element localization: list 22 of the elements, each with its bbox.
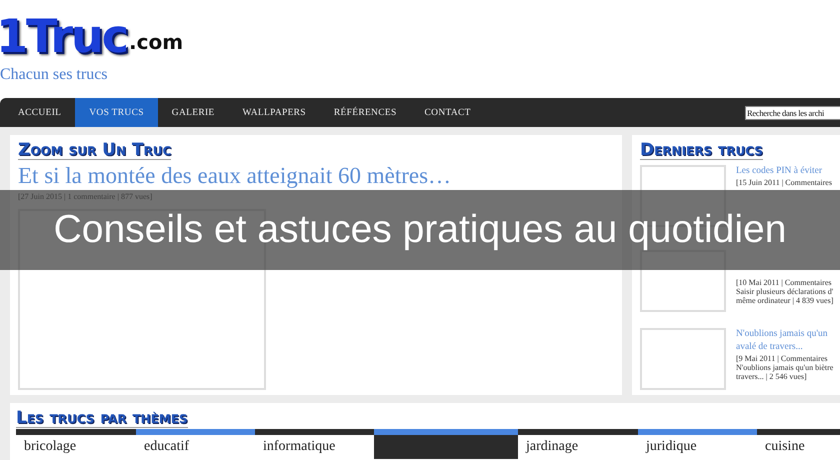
post-meta: [15 Juin 2011 | Commentaires (736, 178, 832, 187)
post-excerpt: travers... | 2 546 vues] (736, 372, 808, 382)
nav-item[interactable]: VOS TRUCS (75, 98, 158, 127)
section-heading: Les trucs par thèmes (16, 409, 188, 428)
nav-item[interactable]: GALERIE (158, 98, 229, 127)
site-tagline: Chacun ses trucs (0, 66, 109, 84)
theme-tab[interactable] (374, 429, 518, 459)
post-meta: [10 Mai 2011 | Commentaires (736, 278, 833, 287)
post-excerpt: N'oublions jamais qu'un biètre (736, 363, 834, 372)
post-excerpt: même ordinateur | 4 839 vues] (736, 296, 834, 305)
nav-item[interactable]: ACCUEIL (4, 98, 76, 127)
post-excerpt: Saisir plusieurs déclarations d' (736, 286, 834, 296)
section-heading: Derniers trucs (640, 141, 763, 160)
section-heading: Zoom sur Un Truc (18, 141, 172, 160)
logo-suffix[interactable]: .com (129, 30, 184, 54)
nav-item[interactable]: CONTACT (410, 98, 485, 127)
logo-text[interactable]: 1Truc (0, 10, 128, 62)
search-field[interactable]: Recherche dans les archi (745, 106, 840, 120)
nav-item[interactable]: RÉFÉRENCES (320, 98, 411, 127)
banner-text: Conseils et astuces pratiques au quotidien (54, 208, 786, 252)
nav-item[interactable]: WALLPAPERS (228, 98, 320, 127)
post-meta: [9 Mai 2011 | Commentaires (736, 354, 829, 364)
